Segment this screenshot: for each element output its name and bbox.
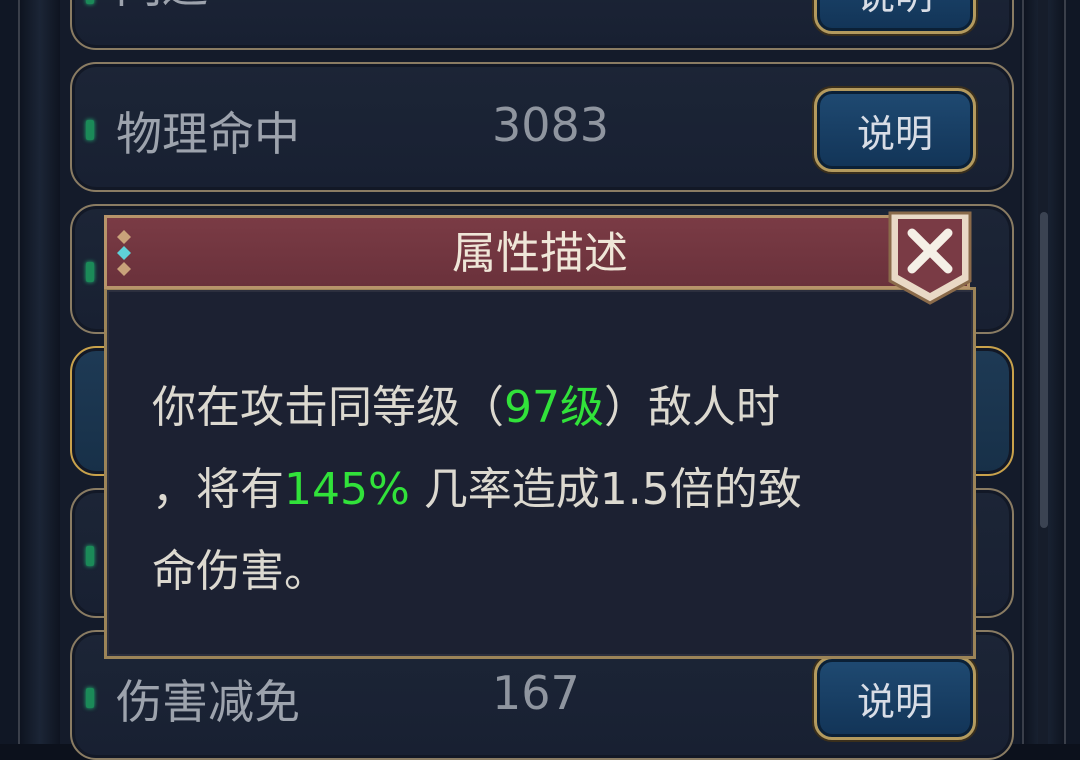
attribute-value: 2022 [492,0,609,4]
left-frame-border [18,0,62,744]
description-text: ）敌人时 [604,382,780,433]
explain-button[interactable]: 说明 [814,656,976,740]
row-marker-icon [86,120,94,140]
attribute-value: 3083 [492,98,610,152]
description-text: 你在攻击同等级（ [152,382,504,433]
attribute-name: 物理命中 [116,107,300,161]
attribute-name: 闪避 [116,0,208,16]
row-marker-icon [86,688,94,708]
row-marker-icon [86,0,94,4]
scrollbar-thumb[interactable] [1040,212,1048,528]
attribute-value: 167 [492,666,580,720]
close-icon[interactable] [886,211,974,307]
dialog-description: 你在攻击同等级（97级）敌人时 ，将有145% 几率造成1.5倍的致命伤害。 [152,367,932,613]
chance-highlight: 145% [284,464,410,515]
dialog-title: 属性描述 [452,228,628,279]
description-text: 命伤害。 [152,546,328,597]
explain-button[interactable]: 说明 [814,0,976,34]
level-highlight: 97级 [504,382,604,433]
attribute-row: 物理命中 3083 说明 [70,62,1014,192]
attribute-description-dialog: 属性描述 你在攻击同等级（97级）敌人时 ，将有145% 几率造成1.5倍的致命伤… [104,211,976,659]
row-marker-icon [86,546,94,566]
description-text: 几率造成1.5倍的致 [409,464,802,515]
dialog-header: 属性描述 [104,215,970,289]
explain-button[interactable]: 说明 [814,88,976,172]
row-marker-icon [86,262,94,282]
description-text: ，将有 [152,464,284,515]
attribute-name: 伤害减免 [116,675,300,729]
attribute-row: 闪避 2022 说明 [70,0,1014,50]
